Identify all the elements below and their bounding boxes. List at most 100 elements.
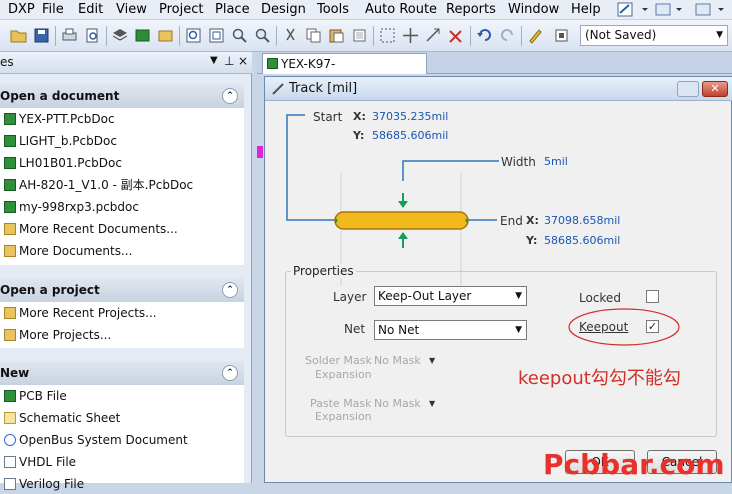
deselect-icon[interactable] — [425, 27, 442, 44]
close-icon[interactable]: × — [238, 54, 248, 68]
track-diagram — [286, 114, 499, 286]
pcb-file-icon — [267, 58, 278, 69]
list-item[interactable]: OpenBus System Document — [4, 430, 188, 450]
list-item[interactable]: More Recent Projects... — [4, 303, 157, 323]
zoom-selected-icon[interactable] — [231, 27, 248, 44]
list-item[interactable]: Verilog File — [4, 474, 84, 494]
pcb-file-icon — [4, 135, 16, 147]
net-select[interactable]: No Net ▼ — [374, 320, 527, 340]
open-document-list: YEX-PTT.PcbDoc LIGHT_b.PcbDoc LH01B01.Pc… — [0, 108, 244, 265]
redo-icon[interactable] — [499, 27, 516, 44]
list-item[interactable]: More Projects... — [4, 325, 111, 345]
annotation-ellipse — [568, 308, 680, 346]
help-button[interactable] — [677, 81, 699, 97]
menu-design[interactable]: Design — [261, 1, 306, 19]
menu-view[interactable]: View — [116, 1, 147, 19]
collapse-icon[interactable]: ⌃ — [222, 282, 238, 298]
menu-edit[interactable]: Edit — [78, 1, 103, 19]
paste-mask-value[interactable]: No Mask — [374, 397, 421, 410]
collapse-icon[interactable]: ⌃ — [222, 88, 238, 104]
list-item[interactable]: More Recent Documents... — [4, 219, 178, 239]
highlight-icon[interactable] — [527, 27, 544, 44]
print-preview-icon[interactable] — [84, 27, 101, 44]
board-icon[interactable] — [134, 27, 151, 44]
menu-place[interactable]: Place — [215, 1, 250, 19]
open-folder-icon[interactable] — [10, 27, 27, 44]
panel-menu-icon[interactable]: ▼ — [210, 55, 218, 66]
print-icon[interactable] — [61, 27, 78, 44]
menu-dxp[interactable]: DXP — [8, 1, 35, 19]
menubar-tool-icons[interactable] — [616, 1, 732, 19]
save-icon[interactable] — [33, 27, 50, 44]
component-icon[interactable] — [553, 27, 570, 44]
locked-checkbox[interactable] — [646, 290, 659, 303]
list-item[interactable]: AH-820-1_V1.0 - 副本.PcbDoc — [4, 175, 193, 195]
section-title: Open a document — [0, 89, 120, 103]
list-item[interactable]: VHDL File — [4, 452, 76, 472]
copy-icon[interactable] — [305, 27, 322, 44]
layer-label: Layer — [333, 290, 367, 304]
chevron-down-icon[interactable]: ▼ — [429, 399, 435, 408]
annotation-text: keepout勾勾不能勾 — [518, 368, 681, 389]
clear-filter-icon[interactable] — [448, 27, 465, 44]
end-y-value[interactable]: 58685.606mil — [544, 234, 620, 247]
chevron-down-icon: ▼ — [716, 30, 723, 40]
select-area-icon[interactable] — [379, 27, 396, 44]
list-item[interactable]: More Documents... — [4, 241, 132, 261]
zoom-fit-icon[interactable] — [185, 27, 202, 44]
folder-icon[interactable] — [157, 27, 174, 44]
list-item[interactable]: Schematic Sheet — [4, 408, 120, 428]
menu-project[interactable]: Project — [159, 1, 203, 19]
chevron-down-icon[interactable]: ▼ — [429, 356, 435, 365]
end-x-value[interactable]: 37098.658mil — [544, 214, 620, 227]
3d-view-icon[interactable] — [111, 27, 128, 44]
menu-help[interactable]: Help — [571, 1, 601, 19]
zoom-area-icon[interactable] — [208, 27, 225, 44]
status-combo[interactable]: (Not Saved) ▼ — [580, 25, 728, 46]
undo-icon[interactable] — [476, 27, 493, 44]
start-x-label: X: — [353, 110, 366, 123]
list-item[interactable]: LH01B01.PcbDoc — [4, 153, 122, 173]
rubber-stamp-icon[interactable] — [351, 27, 368, 44]
list-item[interactable]: YEX-PTT.PcbDoc — [4, 109, 115, 129]
list-item[interactable]: my-998rxp3.pcbdoc — [4, 197, 139, 217]
verilog-file-icon — [4, 478, 16, 490]
move-icon[interactable] — [402, 27, 419, 44]
section-open-document[interactable]: Open a document ⌃ — [0, 84, 244, 108]
menu-tools[interactable]: Tools — [317, 1, 349, 19]
paste-icon[interactable] — [328, 27, 345, 44]
list-item[interactable]: LIGHT_b.PcbDoc — [4, 131, 117, 151]
solder-mask-value[interactable]: No Mask — [374, 354, 421, 367]
menu-auto-route[interactable]: Auto Route — [365, 1, 437, 19]
tab-active-document[interactable]: YEX-K97-4G_V1.1.PcbDoc * — [262, 53, 427, 91]
folder-icon — [4, 223, 16, 235]
watermark: Pcbbar.com — [543, 448, 725, 481]
end-x-label: X: — [526, 214, 539, 227]
section-new[interactable]: New ⌃ — [0, 361, 244, 385]
menu-window[interactable]: Window — [508, 1, 559, 19]
menu-reports[interactable]: Reports — [446, 1, 496, 19]
zoom-icon[interactable] — [254, 27, 271, 44]
start-x-value[interactable]: 37035.235mil — [372, 110, 448, 123]
section-open-project[interactable]: Open a project ⌃ — [0, 278, 244, 302]
cut-icon[interactable] — [282, 27, 299, 44]
chevron-down-icon: ▼ — [515, 325, 522, 335]
collapse-icon[interactable]: ⌃ — [222, 365, 238, 381]
section-title: New — [0, 366, 30, 380]
list-item[interactable]: PCB File — [4, 386, 67, 406]
start-y-value[interactable]: 58685.606mil — [372, 129, 448, 142]
menubar: DXP File Edit View Project Place Design … — [0, 0, 732, 20]
width-value[interactable]: 5mil — [544, 155, 568, 168]
start-label: Start — [313, 110, 343, 124]
close-button[interactable]: ✕ — [702, 81, 728, 97]
pcb-file-icon — [4, 157, 16, 169]
openbus-icon — [4, 434, 16, 446]
pcb-file-icon — [4, 113, 16, 125]
layer-select[interactable]: Keep-Out Layer ▼ — [374, 286, 527, 306]
end-y-label: Y: — [526, 234, 538, 247]
pin-icon[interactable]: ⊥ — [224, 54, 234, 68]
pcb-file-icon — [4, 390, 16, 402]
menu-file[interactable]: File — [42, 1, 64, 19]
dialog-title: Track [mil] — [289, 81, 358, 96]
splitter-marker — [257, 146, 263, 158]
